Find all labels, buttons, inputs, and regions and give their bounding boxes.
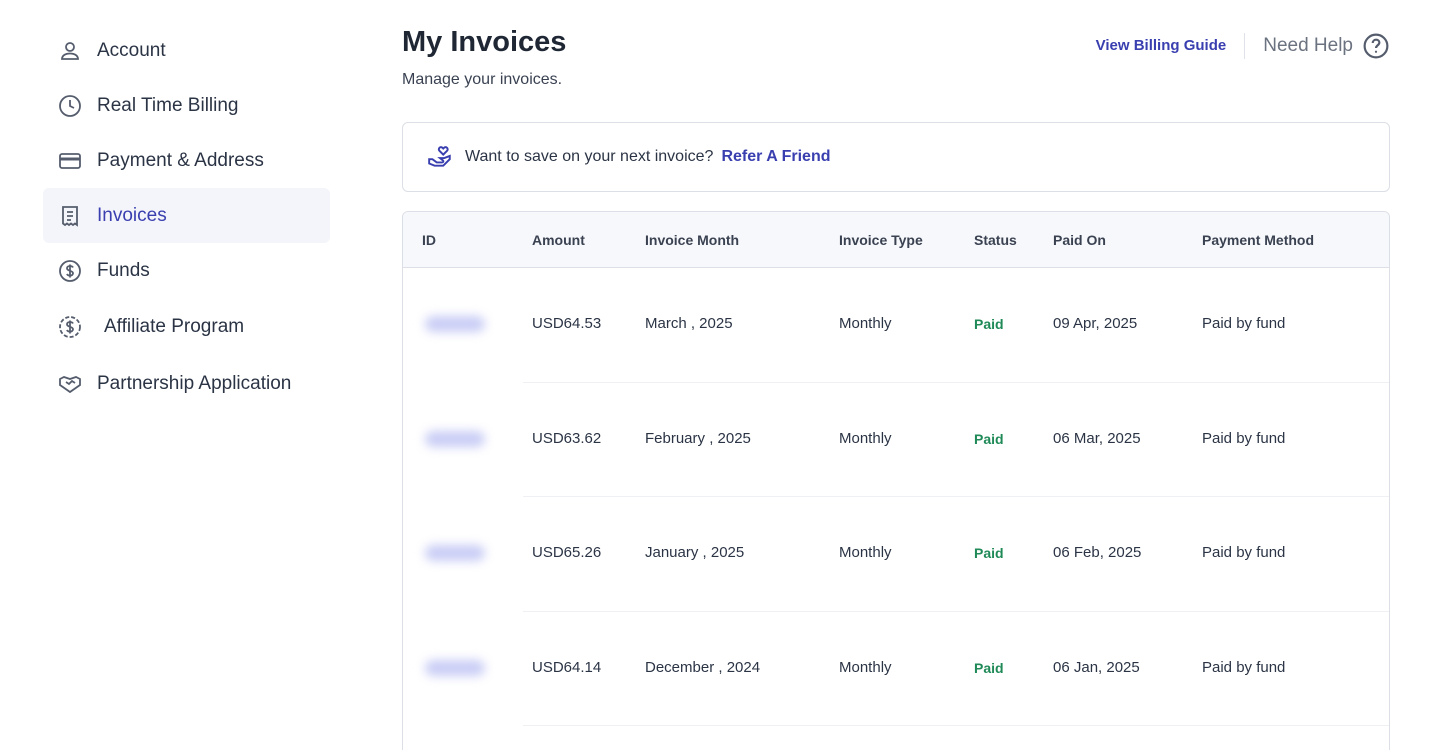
invoice-month: March , 2025 xyxy=(645,315,733,332)
paid-on-date: 06 Feb, 2025 xyxy=(1053,544,1142,561)
handshake-icon xyxy=(57,371,83,397)
refer-a-friend-link[interactable]: Refer A Friend xyxy=(721,148,830,166)
status-badge: Paid xyxy=(974,545,1004,561)
column-header-payment-method[interactable]: Payment Method xyxy=(1202,212,1314,268)
invoice-id-redacted[interactable] xyxy=(411,523,501,583)
referral-text: Want to save on your next invoice? xyxy=(465,148,714,165)
sidebar: Account Real Time Billing Payment & Addr… xyxy=(43,23,330,412)
referral-banner: Want to save on your next invoice? Refer… xyxy=(402,122,1390,192)
invoice-amount: USD63.62 xyxy=(532,429,602,447)
paid-on-date: 06 Jan, 2025 xyxy=(1053,658,1140,676)
sidebar-item-invoices[interactable]: Invoices xyxy=(43,188,330,243)
invoice-type: Monthly xyxy=(839,544,892,561)
page-title: My Invoices xyxy=(402,26,567,58)
view-billing-guide-link[interactable]: View Billing Guide xyxy=(1096,33,1246,59)
header-links: View Billing Guide Need Help xyxy=(1096,32,1389,60)
sidebar-item-partnership-application[interactable]: Partnership Application xyxy=(43,355,330,412)
row-divider xyxy=(523,725,1389,726)
column-header-invoice-month[interactable]: Invoice Month xyxy=(645,212,739,268)
sidebar-item-label: Affiliate Program xyxy=(104,315,245,337)
status-badge: Paid xyxy=(974,316,1004,332)
invoice-type: Monthly xyxy=(839,658,892,676)
table-row[interactable]: USD64.14 December , 2024 Monthly Paid 06… xyxy=(403,612,1389,726)
page-subtitle: Manage your invoices. xyxy=(402,71,563,88)
sidebar-item-label: Invoices xyxy=(97,204,167,226)
invoice-amount: USD64.53 xyxy=(532,315,602,332)
payment-method: Paid by fund xyxy=(1202,315,1286,332)
sidebar-item-affiliate-program[interactable]: Affiliate Program xyxy=(43,298,330,355)
column-header-paid-on[interactable]: Paid On xyxy=(1053,212,1106,268)
need-help-button[interactable]: Need Help xyxy=(1245,33,1389,59)
user-icon xyxy=(57,38,83,64)
paid-on-date: 06 Mar, 2025 xyxy=(1053,429,1141,447)
payment-method: Paid by fund xyxy=(1202,429,1286,447)
dollar-circle-icon xyxy=(57,258,83,284)
invoice-id-redacted[interactable] xyxy=(411,637,501,698)
status-badge: Paid xyxy=(974,659,1004,676)
table-row[interactable]: USD64.53 March , 2025 Monthly Paid 09 Ap… xyxy=(403,268,1389,383)
column-header-status[interactable]: Status xyxy=(974,212,1017,268)
invoice-month: February , 2025 xyxy=(645,429,751,447)
invoice-month: January , 2025 xyxy=(645,544,745,561)
invoice-month: December , 2024 xyxy=(645,658,761,676)
table-header: ID Amount Invoice Month Invoice Type Sta… xyxy=(403,212,1389,268)
status-badge: Paid xyxy=(974,430,1004,447)
paid-on-date: 09 Apr, 2025 xyxy=(1053,315,1138,332)
sidebar-item-real-time-billing[interactable]: Real Time Billing xyxy=(43,78,330,133)
payment-method: Paid by fund xyxy=(1202,544,1286,561)
sidebar-item-funds[interactable]: Funds xyxy=(43,243,330,298)
invoices-table: ID Amount Invoice Month Invoice Type Sta… xyxy=(402,211,1390,750)
sidebar-item-label: Real Time Billing xyxy=(97,94,239,116)
sidebar-item-label: Account xyxy=(97,39,166,61)
sidebar-item-label: Partnership Application xyxy=(97,372,292,394)
table-row[interactable]: USD65.26 January , 2025 Monthly Paid 06 … xyxy=(403,497,1389,612)
invoice-type: Monthly xyxy=(839,429,892,447)
invoice-amount: USD64.14 xyxy=(532,658,602,676)
column-header-id[interactable]: ID xyxy=(422,212,436,268)
heart-hand-icon xyxy=(427,144,453,170)
receipt-icon xyxy=(57,203,83,229)
affiliate-dollar-icon xyxy=(57,314,83,340)
payment-method: Paid by fund xyxy=(1202,658,1286,676)
sidebar-item-label: Payment & Address xyxy=(97,149,264,171)
invoice-type: Monthly xyxy=(839,315,892,332)
table-row[interactable]: USD63.62 February , 2025 Monthly Paid 06… xyxy=(403,383,1389,497)
column-header-amount[interactable]: Amount xyxy=(532,212,585,268)
column-header-invoice-type[interactable]: Invoice Type xyxy=(839,212,923,268)
clock-icon xyxy=(57,93,83,119)
need-help-label: Need Help xyxy=(1263,35,1353,56)
sidebar-item-payment-address[interactable]: Payment & Address xyxy=(43,133,330,188)
credit-card-icon xyxy=(57,148,83,174)
invoice-id-redacted[interactable] xyxy=(411,408,501,469)
invoice-id-redacted[interactable] xyxy=(411,294,501,354)
sidebar-item-label: Funds xyxy=(97,259,150,281)
question-circle-icon xyxy=(1363,33,1389,59)
invoice-amount: USD65.26 xyxy=(532,544,602,561)
sidebar-item-account[interactable]: Account xyxy=(43,23,330,78)
